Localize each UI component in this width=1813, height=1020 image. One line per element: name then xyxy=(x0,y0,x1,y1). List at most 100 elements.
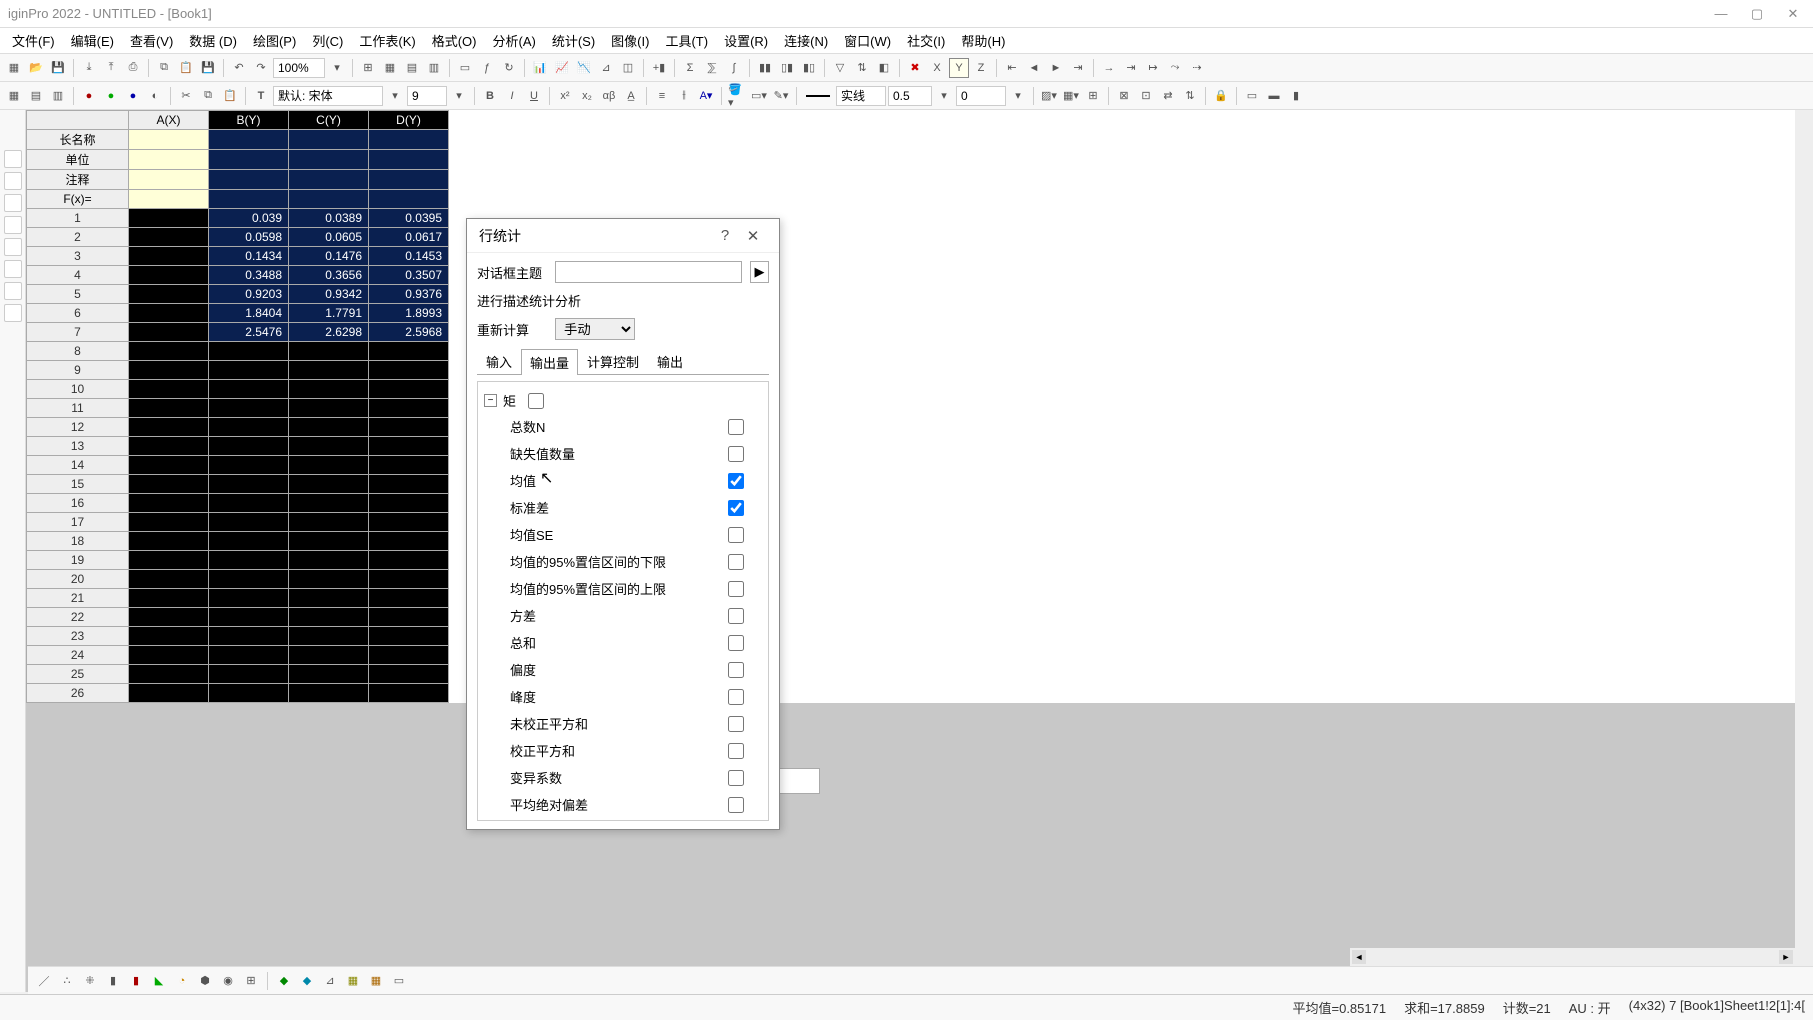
lt3-icon[interactable] xyxy=(4,194,22,212)
row-header[interactable]: 11 xyxy=(27,399,129,418)
option-checkbox[interactable] xyxy=(728,554,744,570)
data-cell[interactable] xyxy=(369,665,449,684)
data-cell[interactable] xyxy=(129,380,209,399)
label-cell[interactable] xyxy=(129,130,209,150)
bt-g4-icon[interactable]: ▦ xyxy=(343,971,363,991)
data-cell[interactable] xyxy=(369,646,449,665)
data-cell[interactable] xyxy=(209,627,289,646)
dialog-theme-menu-icon[interactable]: ▶ xyxy=(750,261,769,283)
maximize-button[interactable]: ▢ xyxy=(1745,5,1769,23)
data-cell[interactable] xyxy=(289,665,369,684)
data-cell[interactable] xyxy=(369,551,449,570)
sort-icon[interactable]: ⇅ xyxy=(852,58,872,78)
lw-dropdown-icon[interactable]: ▾ xyxy=(934,86,954,106)
data-cell[interactable] xyxy=(129,361,209,380)
row-header[interactable]: 1 xyxy=(27,209,129,228)
p3-icon[interactable]: ▮ xyxy=(1286,86,1306,106)
notes-icon[interactable]: ▭ xyxy=(455,58,475,78)
menu-item[interactable]: 工作表(K) xyxy=(351,29,423,52)
stats2-icon[interactable]: ⅀ xyxy=(702,58,722,78)
data-cell[interactable] xyxy=(129,323,209,342)
data-cell[interactable] xyxy=(369,684,449,703)
copy2-icon[interactable]: ⧉ xyxy=(198,86,218,106)
column-header[interactable]: D(Y) xyxy=(369,111,449,130)
border-icon[interactable]: ▭▾ xyxy=(749,86,769,106)
data-cell[interactable] xyxy=(209,399,289,418)
row-header[interactable]: 18 xyxy=(27,532,129,551)
data-cell[interactable] xyxy=(209,494,289,513)
workbook-icon[interactable]: ⊞ xyxy=(358,58,378,78)
tree-collapse-icon[interactable]: − xyxy=(484,394,497,407)
sub-icon[interactable]: x₂ xyxy=(577,86,597,106)
data-cell[interactable]: 0.1434 xyxy=(209,247,289,266)
data-cell[interactable] xyxy=(129,589,209,608)
nav-prev-icon[interactable]: ◄ xyxy=(1024,58,1044,78)
option-checkbox[interactable] xyxy=(728,527,744,543)
dialog-tab[interactable]: 输出 xyxy=(648,348,692,374)
menu-item[interactable]: 窗口(W) xyxy=(836,29,899,52)
chart5-icon[interactable]: ◫ xyxy=(618,58,638,78)
bt-pie-icon[interactable]: ◔ xyxy=(172,971,192,991)
row-header[interactable]: 25 xyxy=(27,665,129,684)
data-cell[interactable] xyxy=(209,361,289,380)
data-cell[interactable]: 0.0617 xyxy=(369,228,449,247)
row-header[interactable]: 15 xyxy=(27,475,129,494)
print-icon[interactable]: ⎙ xyxy=(123,58,143,78)
fill-icon[interactable]: 🪣▾ xyxy=(727,86,747,106)
data-cell[interactable]: 0.0395 xyxy=(369,209,449,228)
data-cell[interactable] xyxy=(209,684,289,703)
menu-item[interactable]: 绘图(P) xyxy=(245,29,304,52)
data-cell[interactable] xyxy=(289,380,369,399)
data-cell[interactable] xyxy=(289,475,369,494)
dialog-tab[interactable]: 输入 xyxy=(477,348,521,374)
data-cell[interactable] xyxy=(289,684,369,703)
fontsize-dropdown-icon[interactable]: ▾ xyxy=(449,86,469,106)
bt-contour-icon[interactable]: ◉ xyxy=(218,971,238,991)
bt-g3-icon[interactable]: ⊿ xyxy=(320,971,340,991)
arrow5-icon[interactable]: ⇢ xyxy=(1187,58,1207,78)
data-cell[interactable] xyxy=(369,608,449,627)
underline-icon[interactable]: U xyxy=(524,86,544,106)
bt-g1-icon[interactable]: ◆ xyxy=(274,971,294,991)
import-icon[interactable]: ⤓ xyxy=(79,58,99,78)
menu-item[interactable]: 分析(A) xyxy=(484,29,543,52)
zoom-dropdown-icon[interactable]: ▾ xyxy=(327,58,347,78)
copy-icon[interactable]: ⧉ xyxy=(154,58,174,78)
row-header[interactable]: 22 xyxy=(27,608,129,627)
data-cell[interactable]: 0.9376 xyxy=(369,285,449,304)
option-checkbox[interactable] xyxy=(728,608,744,624)
bt-col-icon[interactable]: ▮ xyxy=(103,971,123,991)
bt-3d-icon[interactable]: ⬢ xyxy=(195,971,215,991)
data-cell[interactable] xyxy=(129,304,209,323)
row-label-header[interactable]: 长名称 xyxy=(27,130,129,150)
data-cell[interactable]: 0.0598 xyxy=(209,228,289,247)
data-cell[interactable] xyxy=(289,646,369,665)
data-cell[interactable] xyxy=(369,342,449,361)
italic-icon[interactable]: I xyxy=(502,86,522,106)
column-header[interactable]: A(X) xyxy=(129,111,209,130)
textcolor-icon[interactable]: A▾ xyxy=(696,86,716,106)
data-cell[interactable] xyxy=(129,456,209,475)
data-cell[interactable] xyxy=(209,551,289,570)
ws3-icon[interactable]: ▥ xyxy=(48,86,68,106)
data-cell[interactable] xyxy=(129,627,209,646)
bars3-icon[interactable]: ▮▯ xyxy=(799,58,819,78)
row-header[interactable]: 5 xyxy=(27,285,129,304)
data-cell[interactable] xyxy=(369,494,449,513)
data-cell[interactable]: 2.5968 xyxy=(369,323,449,342)
x-icon[interactable]: ✖ xyxy=(905,58,925,78)
option-checkbox[interactable] xyxy=(728,770,744,786)
row-header[interactable]: 4 xyxy=(27,266,129,285)
bt-scatter-icon[interactable]: ∴ xyxy=(57,971,77,991)
data-cell[interactable] xyxy=(369,475,449,494)
data-cell[interactable] xyxy=(209,589,289,608)
linewidth-combo[interactable] xyxy=(888,86,932,106)
label-cell[interactable] xyxy=(209,170,289,190)
data-cell[interactable] xyxy=(129,266,209,285)
pen-icon[interactable]: ✎▾ xyxy=(771,86,791,106)
data-cell[interactable] xyxy=(369,627,449,646)
align-icon[interactable]: ≡ xyxy=(652,86,672,106)
data-cell[interactable] xyxy=(369,532,449,551)
label-cell[interactable] xyxy=(209,130,289,150)
data-cell[interactable] xyxy=(369,456,449,475)
